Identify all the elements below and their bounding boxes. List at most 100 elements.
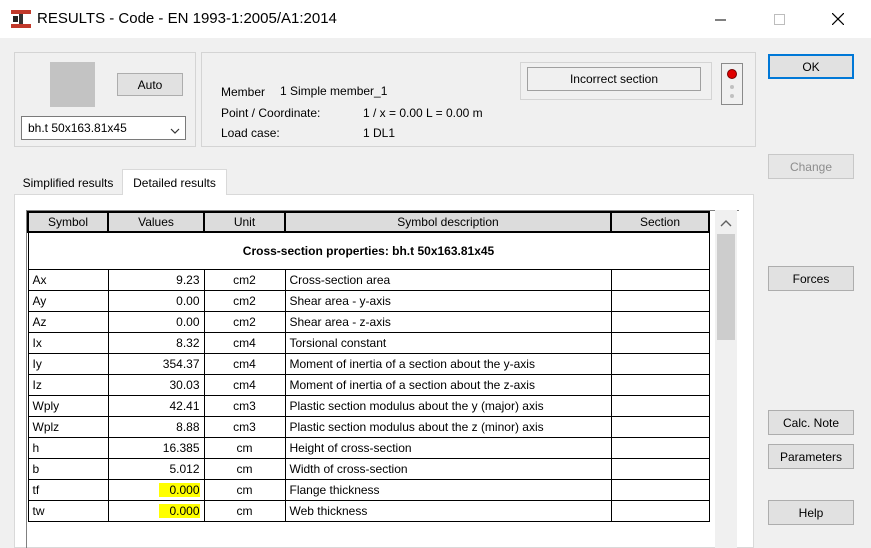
ok-button[interactable]: OK xyxy=(768,54,854,79)
value-cell: 0.000 xyxy=(107,479,205,501)
section-cell xyxy=(610,353,710,375)
table-row[interactable]: Ax 9.23 cm2 Cross-section area xyxy=(27,269,710,291)
value-cell: 5.012 xyxy=(107,458,205,480)
symbol-cell: Wply xyxy=(27,395,109,417)
help-button[interactable]: Help xyxy=(768,500,854,525)
red-light xyxy=(727,69,737,79)
section-cell xyxy=(610,458,710,480)
loadcase-label: Load case: xyxy=(221,126,280,140)
description-cell: Shear area - y-axis xyxy=(284,290,612,312)
highlighted-value: 0.000 xyxy=(159,483,200,497)
description-cell: Plastic section modulus about the z (min… xyxy=(284,416,612,438)
loadcase-value: 1 DL1 xyxy=(363,126,396,140)
minimize-icon xyxy=(714,19,726,20)
table-row[interactable]: h 16.385 cm Height of cross-section xyxy=(27,437,710,459)
section-cell xyxy=(610,269,710,291)
value-cell: 8.32 xyxy=(107,332,205,354)
vertical-scrollbar[interactable] xyxy=(715,210,737,548)
table-row[interactable]: tw 0.000 cm Web thickness xyxy=(27,500,710,522)
col-header-values[interactable]: Values xyxy=(107,211,205,233)
header-row: Symbol Values Unit Symbol description Se… xyxy=(27,211,710,233)
table-row[interactable]: Wplz 8.88 cm3 Plastic section modulus about… xyxy=(27,416,710,438)
value-cell: 0.00 xyxy=(107,311,205,333)
value-cell: 8.88 xyxy=(107,416,205,438)
col-header-symbol[interactable]: Symbol xyxy=(27,211,109,233)
symbol-cell: Ay xyxy=(27,290,109,312)
tab-detailed-results[interactable]: Detailed results xyxy=(122,169,227,195)
unit-cell: cm3 xyxy=(203,395,286,417)
unit-cell: cm4 xyxy=(203,374,286,396)
value-cell: 354.37 xyxy=(107,353,205,375)
unit-cell: cm4 xyxy=(203,353,286,375)
section-cell xyxy=(610,332,710,354)
section-cell xyxy=(610,416,710,438)
section-select[interactable]: bh.t 50x163.81x45 xyxy=(21,116,186,140)
description-cell: Plastic section modulus about the y (maj… xyxy=(284,395,612,417)
app-icon xyxy=(11,10,31,28)
tab-simplified-results[interactable]: Simplified results xyxy=(14,172,122,194)
symbol-cell: b xyxy=(27,458,109,480)
unit-cell: cm2 xyxy=(203,290,286,312)
section-cell xyxy=(610,437,710,459)
description-cell: Width of cross-section xyxy=(284,458,612,480)
highlighted-value: 0.000 xyxy=(159,504,200,518)
light-dot xyxy=(730,85,734,89)
symbol-cell: h xyxy=(27,437,109,459)
close-icon xyxy=(832,13,844,25)
maximize-icon xyxy=(773,13,785,25)
member-label: Member xyxy=(221,85,266,99)
symbol-cell: Az xyxy=(27,311,109,333)
scroll-up-icon[interactable] xyxy=(720,216,732,230)
symbol-cell: Ix xyxy=(27,332,109,354)
value-cell: 9.23 xyxy=(107,269,205,291)
symbol-cell: tf xyxy=(27,479,109,501)
parameters-button[interactable]: Parameters xyxy=(768,444,854,469)
description-cell: Shear area - z-axis xyxy=(284,311,612,333)
table-row[interactable]: Az 0.00 cm2 Shear area - z-axis xyxy=(27,311,710,333)
table-row[interactable]: Iz 30.03 cm4 Moment of inertia of a section… xyxy=(27,374,710,396)
table-row[interactable]: Wply 42.41 cm3 Plastic section modulus abou… xyxy=(27,395,710,417)
results-dialog: RESULTS - Code - EN 1993-1:2005/A1:2014 … xyxy=(0,0,871,548)
table-row[interactable]: tf 0.000 cm Flange thickness xyxy=(27,479,710,501)
unit-cell: cm3 xyxy=(203,416,286,438)
table-row[interactable]: Ix 8.32 cm4 Torsional constant xyxy=(27,332,710,354)
point-label: Point / Coordinate: xyxy=(221,106,321,120)
col-header-description[interactable]: Symbol description xyxy=(284,211,612,233)
symbol-cell: Wplz xyxy=(27,416,109,438)
table-row[interactable]: b 5.012 cm Width of cross-section xyxy=(27,458,710,480)
section-cell xyxy=(610,500,710,522)
section-cell xyxy=(610,479,710,501)
close-button[interactable] xyxy=(815,0,861,38)
col-header-unit[interactable]: Unit xyxy=(203,211,286,233)
window-title: RESULTS - Code - EN 1993-1:2005/A1:2014 xyxy=(37,10,337,27)
unit-cell: cm2 xyxy=(203,311,286,333)
status-message: Incorrect section xyxy=(527,67,701,91)
unit-cell: cm xyxy=(203,437,286,459)
chevron-down-icon xyxy=(170,123,180,137)
minimize-button[interactable] xyxy=(697,0,743,38)
description-cell: Moment of inertia of a section about the… xyxy=(284,353,612,375)
symbol-cell: Iz xyxy=(27,374,109,396)
section-cell xyxy=(610,311,710,333)
description-cell: Height of cross-section xyxy=(284,437,612,459)
results-table: Symbol Values Unit Symbol description Se… xyxy=(27,211,710,522)
section-select-value: bh.t 50x163.81x45 xyxy=(28,121,127,135)
value-cell: 0.00 xyxy=(107,290,205,312)
table-row[interactable]: Ay 0.00 cm2 Shear area - y-axis xyxy=(27,290,710,312)
description-cell: Flange thickness xyxy=(284,479,612,501)
auto-button[interactable]: Auto xyxy=(117,73,183,96)
calc-note-button[interactable]: Calc. Note xyxy=(768,410,854,435)
point-value: 1 / x = 0.00 L = 0.00 m xyxy=(363,106,483,120)
col-header-section[interactable]: Section xyxy=(610,211,710,233)
section-cell xyxy=(610,374,710,396)
value-cell: 30.03 xyxy=(107,374,205,396)
forces-button[interactable]: Forces xyxy=(768,266,854,291)
description-cell: Torsional constant xyxy=(284,332,612,354)
table-row[interactable]: Iy 354.37 cm4 Moment of inertia of a sectio… xyxy=(27,353,710,375)
section-cell xyxy=(610,290,710,312)
member-value: 1 Simple member_1 xyxy=(280,84,388,98)
symbol-cell: Ax xyxy=(27,269,109,291)
results-grid[interactable]: Symbol Values Unit Symbol description Se… xyxy=(26,210,739,548)
scroll-thumb[interactable] xyxy=(717,234,735,340)
change-button: Change xyxy=(768,154,854,179)
